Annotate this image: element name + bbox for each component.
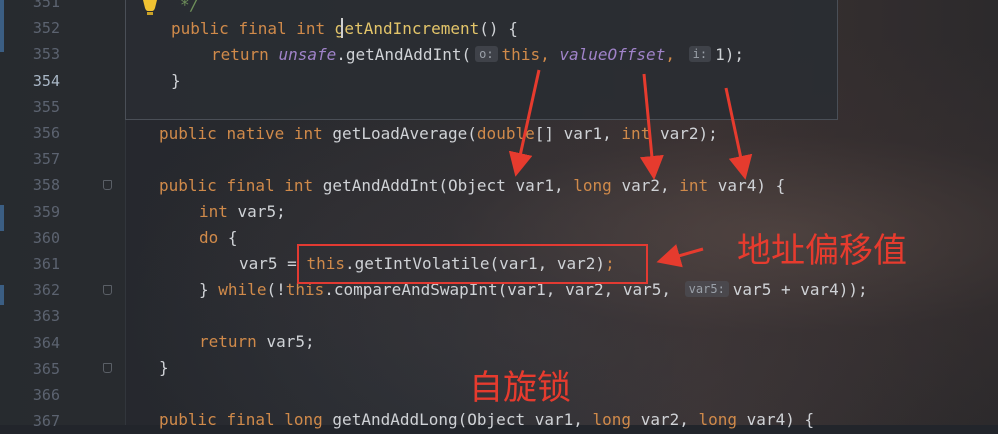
highlight-box bbox=[297, 244, 648, 284]
code-line-367[interactable]: public final long getAndAddLong(Object v… bbox=[159, 407, 814, 433]
code-line-364[interactable]: return var5; bbox=[199, 329, 315, 355]
code-line-358[interactable]: public final int getAndAddInt(Object var… bbox=[159, 173, 785, 199]
line-number[interactable]: 367 bbox=[0, 408, 60, 434]
parameter-hint: i: bbox=[688, 46, 712, 62]
text-caret bbox=[341, 18, 343, 38]
line-number[interactable]: 355 bbox=[0, 94, 60, 120]
line-number[interactable]: 362 bbox=[0, 277, 60, 303]
fold-marker-icon[interactable] bbox=[103, 180, 112, 190]
code-line-359[interactable]: int var5; bbox=[199, 199, 286, 225]
popup-line-close-brace: } bbox=[171, 71, 181, 90]
annotation-spin-label: 自旋锁 bbox=[469, 368, 571, 408]
line-number[interactable]: 365 bbox=[0, 356, 60, 382]
line-number[interactable]: 352 bbox=[0, 15, 60, 41]
parameter-hint: var5: bbox=[684, 281, 729, 297]
line-number[interactable]: 366 bbox=[0, 382, 60, 408]
popup-line-get-and-increment[interactable]: public final int getAndIncrement() { bbox=[171, 16, 518, 42]
line-number[interactable]: 353 bbox=[0, 41, 60, 67]
line-number[interactable]: 356 bbox=[0, 120, 60, 146]
lightbulb-icon[interactable] bbox=[140, 0, 160, 16]
line-number[interactable]: 358 bbox=[0, 172, 60, 198]
code-line-356[interactable]: public native int getLoadAverage(double[… bbox=[159, 121, 718, 147]
line-number[interactable]: 363 bbox=[0, 303, 60, 329]
line-number[interactable]: 361 bbox=[0, 251, 60, 277]
popup-line-return[interactable]: return unsafe.getAndAddInt(o: this, value… bbox=[211, 42, 744, 68]
line-number[interactable]: 351 bbox=[0, 0, 60, 15]
parameter-hint: o: bbox=[475, 46, 498, 62]
line-number[interactable]: 354 bbox=[0, 68, 60, 94]
code-line-360[interactable]: do { bbox=[199, 225, 238, 251]
fold-marker-icon[interactable] bbox=[103, 285, 112, 295]
code-line-365[interactable]: } bbox=[159, 355, 169, 381]
line-number[interactable]: 360 bbox=[0, 225, 60, 251]
fold-marker-icon[interactable] bbox=[103, 363, 112, 373]
annotation-offset-label: 地址偏移值 bbox=[737, 231, 907, 271]
line-number[interactable]: 364 bbox=[0, 330, 60, 356]
line-number[interactable]: 357 bbox=[0, 146, 60, 172]
line-number[interactable]: 359 bbox=[0, 199, 60, 225]
